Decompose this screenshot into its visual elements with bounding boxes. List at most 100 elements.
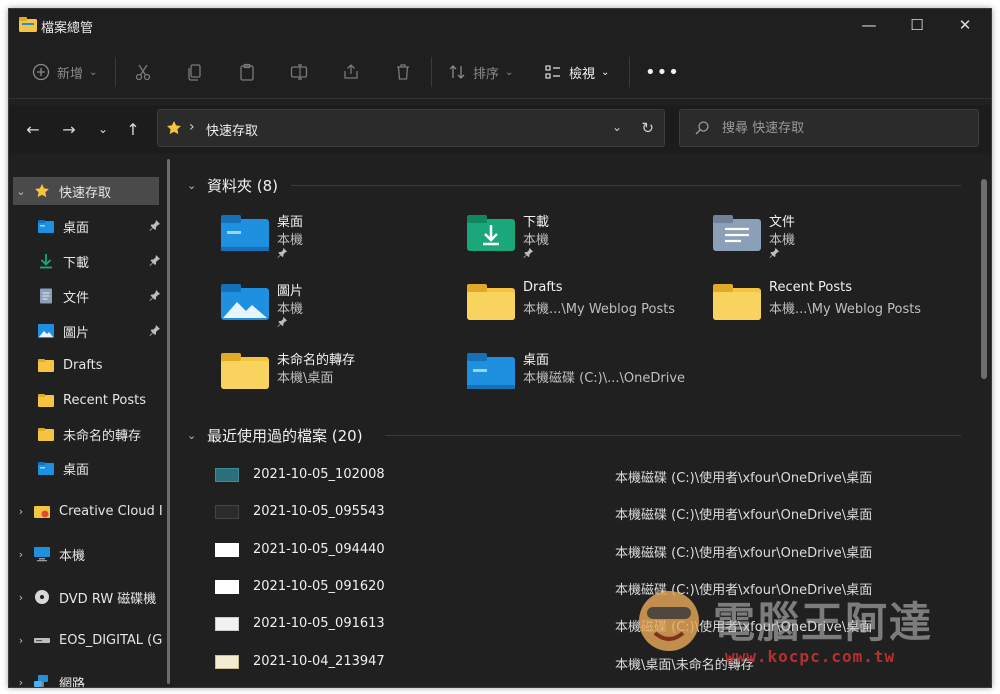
file-name: 2021-10-05_091613 bbox=[253, 616, 385, 631]
up-button[interactable]: ↑ bbox=[123, 119, 143, 139]
sidebar-item-dvd-drive[interactable]: › DVD RW 磁碟機 bbox=[13, 583, 165, 611]
recent-file-row[interactable]: 2021-10-05_094440 本機磁碟 (C:)\使用者\xfour\On… bbox=[215, 536, 955, 566]
view-button[interactable]: 檢視 ⌄ bbox=[543, 59, 609, 85]
more-options-button[interactable]: ••• bbox=[645, 59, 680, 85]
file-name: 2021-10-04_213947 bbox=[253, 654, 385, 669]
cut-button[interactable] bbox=[133, 59, 153, 85]
file-location: 本機磁碟 (C:)\使用者\xfour\OneDrive\桌面 bbox=[615, 471, 873, 486]
paste-button[interactable] bbox=[237, 59, 257, 85]
file-location: 本機磁碟 (C:)\使用者\xfour\OneDrive\桌面 bbox=[615, 508, 873, 523]
sidebar-item-drafts[interactable]: Drafts bbox=[13, 351, 165, 379]
sidebar-item-documents[interactable]: 文件 bbox=[13, 282, 165, 310]
file-name: 2021-10-05_094440 bbox=[253, 542, 385, 557]
folders-section-header[interactable]: ⌄ 資料夾 (8) bbox=[187, 173, 278, 197]
folder-tile-desktop[interactable]: 桌面 本機 bbox=[221, 209, 461, 269]
recent-files-section-header[interactable]: ⌄ 最近使用過的檔案 (20) bbox=[187, 423, 363, 447]
recent-file-row[interactable]: 2021-10-05_095543 本機磁碟 (C:)\使用者\xfour\On… bbox=[215, 498, 955, 528]
chevron-down-icon[interactable]: ⌄ bbox=[13, 185, 29, 198]
pictures-icon bbox=[38, 324, 54, 338]
refresh-icon[interactable]: ↻ bbox=[641, 119, 654, 137]
command-bar: 新增 ⌄ 排序 ⌄ 檢視 ⌄ ••• bbox=[9, 45, 991, 99]
sidebar-item-unnamed-export[interactable]: 未命名的轉存 bbox=[13, 420, 165, 448]
sort-button[interactable]: 排序 ⌄ bbox=[447, 59, 513, 85]
sidebar-item-quick-access[interactable]: ⌄ 快速存取 bbox=[13, 177, 159, 205]
pin-icon[interactable] bbox=[149, 219, 161, 231]
chevron-down-icon: ⌄ bbox=[89, 66, 98, 78]
plus-circle-icon bbox=[32, 63, 50, 81]
content-scrollbar[interactable] bbox=[981, 179, 987, 379]
sidebar-item-pictures[interactable]: 圖片 bbox=[13, 317, 165, 345]
chevron-right-icon[interactable]: › bbox=[13, 676, 29, 688]
copy-button[interactable] bbox=[185, 59, 205, 85]
chevron-right-icon[interactable]: › bbox=[13, 548, 29, 561]
sidebar-item-label: 文件 bbox=[63, 290, 90, 306]
file-explorer-window: 檔案總管 — ☐ ✕ 新增 ⌄ 排序 ⌄ 檢視 ⌄ ••• ← → ⌄ ↑ › … bbox=[8, 8, 992, 688]
clipboard-icon bbox=[240, 63, 254, 81]
folder-tile-drafts[interactable]: Drafts 本機...\My Weblog Posts bbox=[467, 278, 707, 338]
sidebar-scrollbar[interactable] bbox=[167, 159, 170, 684]
back-button[interactable]: ← bbox=[23, 119, 43, 139]
sidebar-item-label: 桌面 bbox=[63, 220, 90, 236]
chevron-down-icon[interactable]: ⌄ bbox=[187, 429, 199, 442]
pin-icon[interactable] bbox=[149, 324, 161, 336]
recent-file-row[interactable]: 2021-10-05_091613 本機磁碟 (C:)\使用者\xfour\On… bbox=[215, 610, 955, 640]
rename-icon bbox=[290, 64, 308, 80]
sidebar-item-desktop[interactable]: 桌面 bbox=[13, 212, 165, 240]
chevron-right-icon[interactable]: › bbox=[13, 591, 29, 604]
folder-icon bbox=[221, 353, 269, 389]
folder-tile-pictures[interactable]: 圖片 本機 bbox=[221, 278, 461, 338]
pin-icon[interactable] bbox=[149, 254, 161, 266]
sidebar-item-downloads[interactable]: 下載 bbox=[13, 247, 165, 275]
folder-location: 本機 bbox=[769, 233, 796, 248]
folder-tile-unnamed-export[interactable]: 未命名的轉存 本機\桌面 bbox=[221, 347, 461, 407]
sidebar-item-label: Recent Posts bbox=[63, 392, 147, 408]
chevron-down-icon[interactable]: ⌄ bbox=[187, 179, 199, 192]
folder-icon bbox=[713, 284, 761, 320]
recent-file-row[interactable]: 2021-10-05_102008 本機磁碟 (C:)\使用者\xfour\On… bbox=[215, 461, 955, 491]
folder-tile-recent-posts[interactable]: Recent Posts 本機...\My Weblog Posts bbox=[713, 278, 953, 338]
recent-locations-button[interactable]: ⌄ bbox=[93, 119, 113, 139]
folder-name: 文件 bbox=[769, 215, 796, 230]
sidebar-item-label: 圖片 bbox=[63, 325, 90, 341]
search-input[interactable] bbox=[722, 118, 962, 138]
new-button[interactable]: 新增 ⌄ bbox=[31, 59, 97, 85]
recent-file-row[interactable]: 2021-10-05_091620 本機磁碟 (C:)\使用者\xfour\On… bbox=[215, 573, 955, 603]
sidebar-item-desktop-onedrive[interactable]: 桌面 bbox=[13, 454, 165, 482]
breadcrumb-separator-icon: › bbox=[189, 119, 195, 135]
recent-file-row[interactable]: 2021-10-04_213947 本機\桌面\未命名的轉存 bbox=[215, 648, 955, 678]
folder-tile-downloads[interactable]: 下載 本機 bbox=[467, 209, 707, 269]
close-button[interactable]: ✕ bbox=[941, 9, 989, 41]
folder-tile-desktop-onedrive[interactable]: 桌面 本機磁碟 (C:)\...\OneDrive bbox=[467, 347, 707, 407]
folders-section-title: 資料夾 (8) bbox=[207, 176, 279, 195]
maximize-button[interactable]: ☐ bbox=[893, 9, 941, 41]
creative-cloud-icon bbox=[34, 506, 50, 518]
address-dropdown-icon[interactable]: ⌄ bbox=[612, 120, 622, 134]
sort-icon bbox=[449, 65, 465, 79]
folder-tile-documents[interactable]: 文件 本機 bbox=[713, 209, 953, 269]
scissors-icon bbox=[135, 64, 151, 81]
breadcrumb-quick-access[interactable]: 快速存取 bbox=[206, 120, 258, 139]
documents-folder-icon bbox=[713, 215, 761, 251]
sidebar-item-network[interactable]: › 網路 bbox=[13, 668, 165, 688]
sidebar-item-this-pc[interactable]: › 本機 bbox=[13, 540, 165, 568]
share-button[interactable] bbox=[341, 59, 361, 85]
sidebar-item-label: 本機 bbox=[59, 548, 86, 564]
rename-button[interactable] bbox=[289, 59, 309, 85]
folder-name: Drafts bbox=[523, 280, 563, 295]
chevron-right-icon[interactable]: › bbox=[13, 634, 29, 647]
address-bar[interactable]: › 快速存取 ⌄ ↻ bbox=[157, 109, 665, 147]
delete-button[interactable] bbox=[393, 59, 413, 85]
sidebar-item-recent-posts[interactable]: Recent Posts bbox=[13, 386, 165, 414]
drive-icon bbox=[34, 638, 50, 643]
sidebar-item-creative-cloud[interactable]: › Creative Cloud I bbox=[13, 497, 165, 525]
chevron-right-icon[interactable]: › bbox=[13, 505, 29, 518]
minimize-button[interactable]: — bbox=[845, 9, 893, 41]
forward-button[interactable]: → bbox=[59, 119, 79, 139]
folder-name: 圖片 bbox=[277, 284, 304, 299]
pin-icon[interactable] bbox=[149, 289, 161, 301]
search-box[interactable] bbox=[679, 109, 979, 147]
folder-name: 桌面 bbox=[277, 215, 304, 230]
sidebar-item-eos-digital[interactable]: › EOS_DIGITAL (G bbox=[13, 626, 165, 654]
folder-name: Recent Posts bbox=[769, 280, 853, 295]
folder-name: 未命名的轉存 bbox=[277, 353, 356, 368]
